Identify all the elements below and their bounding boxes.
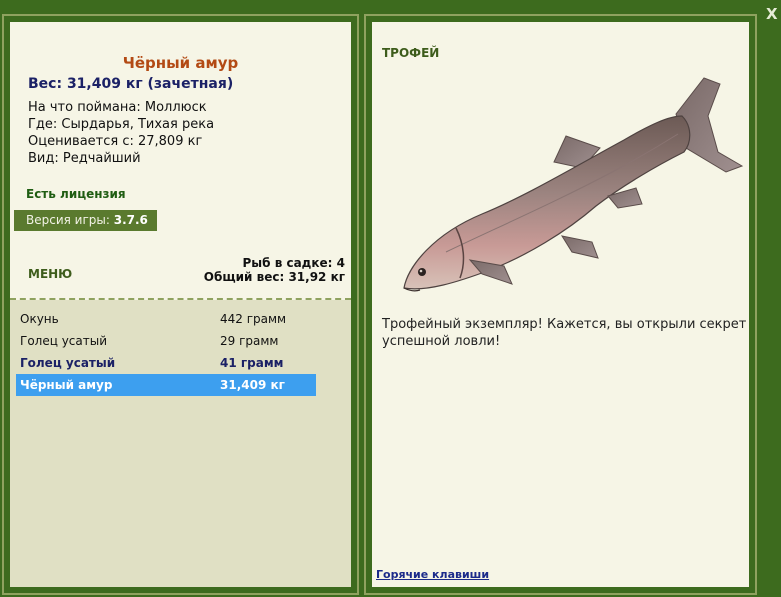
catch-list: Окунь 442 грамм Голец усатый 29 грамм Го…	[10, 300, 351, 587]
location-info: Где: Сырдарья, Тихая река	[28, 117, 215, 132]
license-status: Есть лицензия	[26, 187, 126, 201]
list-item-selected[interactable]: Чёрный амур 31,409 кг	[16, 374, 316, 396]
menu-button[interactable]: МЕНЮ	[28, 267, 72, 281]
rarity-info: Вид: Редчайший	[28, 151, 141, 166]
list-item[interactable]: Голец усатый 41 грамм	[16, 352, 316, 374]
trophy-panel: ТРОФЕЙ Трофейный экземпляр! Кажется, вы …	[364, 14, 757, 595]
game-version-badge: Версия игры: 3.7.6	[14, 210, 157, 231]
version-value: 3.7.6	[113, 213, 148, 227]
keepnet-stats: Рыб в садке: 4 Общий вес: 31,92 кг	[204, 256, 345, 284]
catch-weight: 31,409 кг	[220, 378, 285, 392]
catch-name: Голец усатый	[20, 356, 116, 370]
list-item[interactable]: Окунь 442 грамм	[16, 308, 316, 330]
trophy-message: Трофейный экземпляр! Кажется, вы открыли…	[382, 317, 747, 349]
catch-name: Чёрный амур	[20, 378, 113, 392]
bait-info: На что поймана: Моллюск	[28, 100, 207, 115]
fish-count: Рыб в садке: 4	[242, 256, 346, 270]
version-label: Версия игры:	[26, 213, 110, 227]
fish-image	[403, 77, 744, 292]
trophy-content: ТРОФЕЙ Трофейный экземпляр! Кажется, вы …	[372, 22, 749, 587]
catch-weight: 41 грамм	[220, 356, 284, 370]
total-weight: Общий вес: 31,92 кг	[203, 270, 345, 284]
catch-name: Окунь	[20, 312, 59, 326]
catch-name: Голец усатый	[20, 334, 108, 348]
fish-info-panel: Чёрный амур Вес: 31,409 кг (зачетная) На…	[2, 14, 359, 595]
fish-info-content: Чёрный амур Вес: 31,409 кг (зачетная) На…	[10, 22, 351, 587]
close-icon[interactable]: X	[766, 6, 781, 22]
valued-from-info: Оценивается с: 27,809 кг	[28, 134, 203, 149]
catch-weight: 442 грамм	[220, 312, 287, 326]
catch-weight: 29 грамм	[220, 334, 279, 348]
hotkeys-link[interactable]: Горячие клавиши	[376, 568, 489, 581]
fish-name-title: Чёрный амур	[122, 54, 239, 72]
list-item[interactable]: Голец усатый 29 грамм	[16, 330, 316, 352]
fish-weight: Вес: 31,409 кг (зачетная)	[28, 76, 234, 92]
